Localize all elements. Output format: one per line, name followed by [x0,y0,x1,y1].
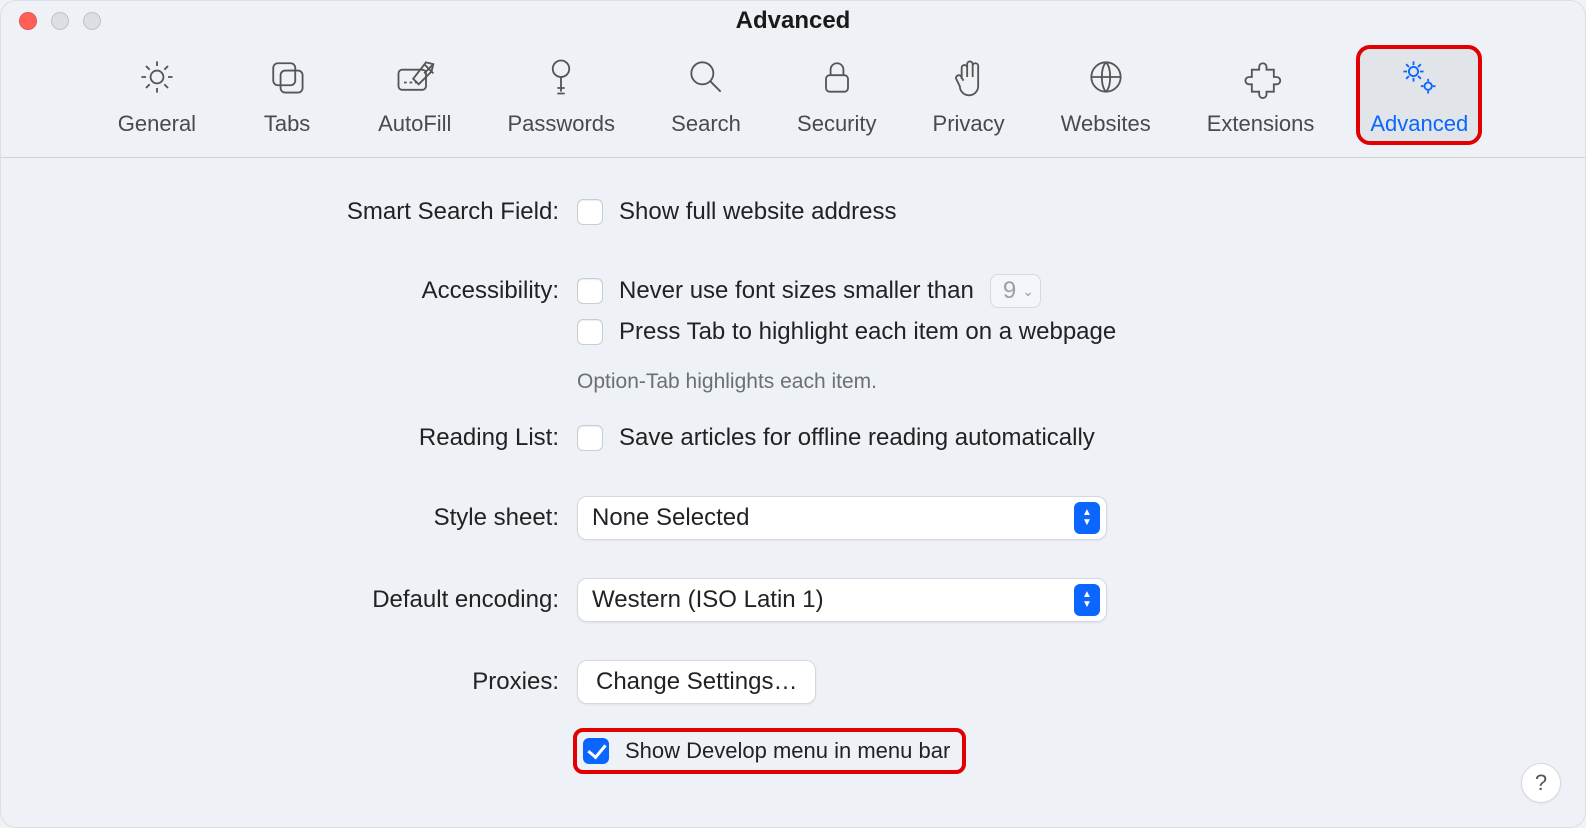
preferences-toolbar: General Tabs AutoFill Passwords Search [1,41,1585,158]
tab-passwords[interactable]: Passwords [497,49,625,141]
show-full-address-text: Show full website address [619,198,896,226]
minimize-window-button[interactable] [51,12,69,30]
tab-general[interactable]: General [108,49,206,141]
updown-icon: ▲▼ [1074,584,1100,616]
updown-icon: ▲▼ [1074,502,1100,534]
default-encoding-label: Default encoding: [1,586,559,614]
change-settings-label: Change Settings… [596,668,797,696]
tab-label: AutoFill [378,111,451,137]
option-tab-hint: Option-Tab highlights each item. [577,370,1477,394]
smart-search-label: Smart Search Field: [1,198,559,226]
style-sheet-label: Style sheet: [1,504,559,532]
accessibility-label: Accessibility: [1,277,559,305]
min-font-size-stepper[interactable]: 9 ⌄ [990,274,1041,308]
tab-label: Passwords [507,111,615,137]
change-settings-button[interactable]: Change Settings… [577,660,816,704]
autofill-icon [393,55,437,105]
help-button[interactable]: ? [1521,763,1561,803]
default-encoding-value: Western (ISO Latin 1) [592,586,824,614]
tab-extensions[interactable]: Extensions [1197,49,1325,141]
default-encoding-select[interactable]: Western (ISO Latin 1) ▲▼ [577,578,1107,622]
offline-reading-checkbox[interactable] [577,425,603,451]
show-full-address-checkbox[interactable] [577,199,603,225]
gears-icon [1397,55,1441,105]
proxies-label: Proxies: [1,668,559,696]
tab-label: Privacy [933,111,1005,137]
tab-search[interactable]: Search [661,49,751,141]
min-font-size-checkbox[interactable] [577,278,603,304]
min-font-size-value: 9 [1003,277,1016,305]
show-develop-menu-group: Show Develop menu in menu bar [577,732,962,770]
zoom-window-button[interactable] [83,12,101,30]
show-develop-menu-text: Show Develop menu in menu bar [625,738,950,764]
titlebar: Advanced [1,1,1585,41]
puzzle-icon [1239,55,1283,105]
advanced-pane: Smart Search Field: Show full website ad… [1,158,1585,770]
globe-icon [1084,55,1128,105]
reading-list-label: Reading List: [1,424,559,452]
tab-label: Search [671,111,741,137]
tab-websites[interactable]: Websites [1051,49,1161,141]
window-title: Advanced [1,7,1585,35]
press-tab-checkbox[interactable] [577,319,603,345]
press-tab-text: Press Tab to highlight each item on a we… [619,318,1116,346]
tab-label: Tabs [264,111,310,137]
tab-tabs[interactable]: Tabs [242,49,332,141]
tab-privacy[interactable]: Privacy [923,49,1015,141]
chevron-down-icon: ⌄ [1022,283,1034,300]
tab-label: Websites [1061,111,1151,137]
gear-icon [135,55,179,105]
show-develop-menu-checkbox[interactable] [583,738,609,764]
key-icon [539,55,583,105]
window-controls [19,12,101,30]
close-window-button[interactable] [19,12,37,30]
hand-icon [947,55,991,105]
preferences-window: Advanced General Tabs AutoFill Passwor [0,0,1586,828]
tab-label: Advanced [1370,111,1468,137]
tab-security[interactable]: Security [787,49,886,141]
offline-reading-text: Save articles for offline reading automa… [619,424,1095,452]
tab-label: Extensions [1207,111,1315,137]
tabs-icon [265,55,309,105]
lock-icon [815,55,859,105]
search-icon [684,55,728,105]
tab-advanced[interactable]: Advanced [1360,49,1478,141]
tab-autofill[interactable]: AutoFill [368,49,461,141]
help-icon: ? [1535,770,1547,796]
style-sheet-value: None Selected [592,504,749,532]
tab-label: General [118,111,196,137]
tab-label: Security [797,111,876,137]
min-font-size-text: Never use font sizes smaller than [619,277,974,305]
style-sheet-select[interactable]: None Selected ▲▼ [577,496,1107,540]
